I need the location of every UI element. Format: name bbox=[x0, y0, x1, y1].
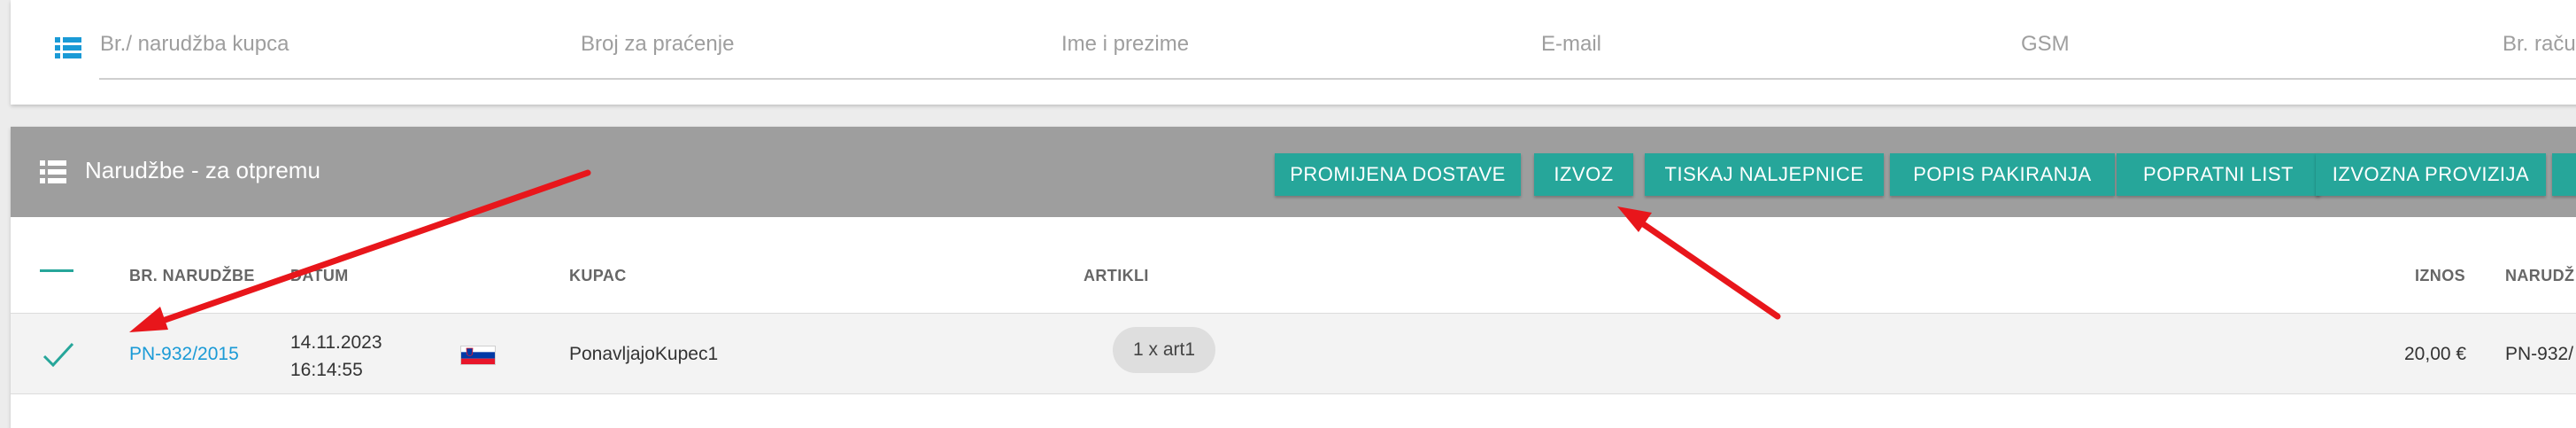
column-header-customer[interactable]: KUPAC bbox=[569, 267, 627, 285]
column-header-date[interactable]: DATUM bbox=[290, 267, 349, 285]
checkmark-icon[interactable] bbox=[42, 342, 74, 367]
slovenia-flag-icon bbox=[460, 346, 496, 365]
change-delivery-button[interactable]: PROMIJENA DOSTAVE bbox=[1275, 153, 1521, 196]
filter-bar: Br./ narudžba kupca Broj za praćenje Ime… bbox=[11, 0, 2576, 105]
order-date: 14.11.2023 bbox=[290, 332, 382, 353]
order-extra-value: PN-932/ bbox=[2505, 344, 2574, 364]
order-amount: 20,00 € bbox=[2404, 344, 2467, 364]
column-header-items[interactable]: ARTIKLI bbox=[1084, 267, 1149, 285]
list-icon bbox=[40, 160, 66, 183]
filter-underline bbox=[99, 78, 2576, 80]
more-button[interactable] bbox=[2552, 153, 2576, 196]
order-number-link[interactable]: PN-932/2015 bbox=[129, 344, 239, 365]
orders-panel: Narudžbe - za otpremu PROMIJENA DOSTAVE … bbox=[11, 127, 2576, 428]
tracking-number-filter[interactable]: Broj za praćenje bbox=[581, 32, 734, 57]
order-number-filter[interactable]: Br./ narudžba kupca bbox=[100, 32, 289, 57]
export-button[interactable]: IZVOZ bbox=[1534, 153, 1633, 196]
delivery-note-button[interactable]: POPRATNI LIST bbox=[2117, 153, 2320, 196]
column-header-order-extra[interactable]: NARUDŽ bbox=[2505, 267, 2574, 285]
page-title: Narudžbe - za otpremu bbox=[85, 157, 320, 183]
packing-list-button[interactable]: POPIS PAKIRANJA bbox=[1890, 153, 2115, 196]
gsm-filter[interactable]: GSM bbox=[2021, 32, 2070, 57]
item-chip: 1 x art1 bbox=[1113, 327, 1215, 373]
list-icon bbox=[55, 37, 81, 58]
name-filter[interactable]: Ime i prezime bbox=[1061, 32, 1189, 57]
export-commission-button[interactable]: IZVOZNA PROVIZIJA bbox=[2316, 153, 2546, 196]
invoice-number-filter[interactable]: Br. raču bbox=[2503, 32, 2576, 57]
order-time: 16:14:55 bbox=[290, 360, 363, 380]
orders-header: Narudžbe - za otpremu PROMIJENA DOSTAVE … bbox=[11, 127, 2576, 217]
row-divider bbox=[11, 393, 2576, 394]
select-all-checkbox[interactable] bbox=[40, 269, 73, 272]
customer-name: PonavljajoKupec1 bbox=[569, 344, 719, 364]
email-filter[interactable]: E-mail bbox=[1541, 32, 1601, 57]
print-labels-button[interactable]: TISKAJ NALJEPNICE bbox=[1645, 153, 1884, 196]
column-header-order-number[interactable]: BR. NARUDŽBE bbox=[129, 267, 255, 285]
column-header-amount[interactable]: IZNOS bbox=[2415, 267, 2465, 285]
table-row[interactable]: PN-932/2015 14.11.2023 16:14:55 Ponavlja… bbox=[11, 314, 2576, 393]
